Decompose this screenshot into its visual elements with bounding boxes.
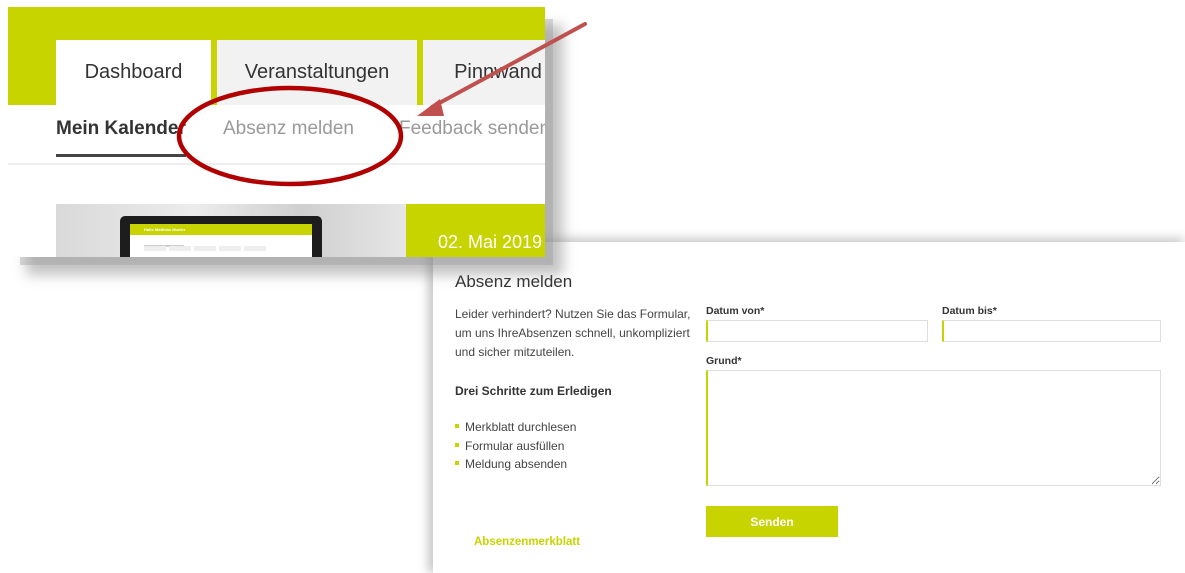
date-from-label: Datum von*: [706, 305, 765, 317]
tab-pinnwand[interactable]: Pinnwand: [423, 40, 545, 105]
bullet-icon: [455, 461, 459, 465]
laptop-screen: Hallo Matthias Muster: [130, 224, 312, 257]
form-intro: Leider verhindert? Nutzen Sie das Formul…: [455, 307, 691, 359]
teaser-date: 02. Mai 2019: [406, 204, 545, 257]
date-to-label: Datum bis*: [942, 305, 997, 317]
steps-list: Merkblatt durchlesen Formular ausfüllen …: [455, 418, 576, 474]
sub-navigation: Mein Kalender Absenz melden Feedback sen…: [8, 105, 545, 165]
list-item: Meldung absenden: [455, 455, 576, 474]
date-from-field[interactable]: [706, 320, 928, 342]
tab-dashboard[interactable]: Dashboard: [56, 40, 211, 105]
tab-veranstaltungen[interactable]: Veranstaltungen: [217, 40, 417, 105]
reason-textarea[interactable]: [706, 370, 1161, 486]
absence-form-panel: Absenz melden Leider verhindert? Nutzen …: [433, 242, 1185, 573]
submit-button[interactable]: Senden: [706, 506, 838, 537]
subtab-feedback-senden[interactable]: Feedback senden: [399, 118, 545, 140]
list-item: Merkblatt durchlesen: [455, 418, 576, 437]
steps-heading: Drei Schritte zum Erledigen: [455, 384, 612, 398]
subtab-absenz-melden[interactable]: Absenz melden: [223, 118, 354, 140]
laptop-screen-title: Hallo Matthias Muster: [130, 224, 312, 235]
absence-sheet-link[interactable]: Absenzenmerkblatt: [474, 536, 580, 548]
bullet-icon: [455, 424, 459, 428]
bullet-icon: [455, 442, 459, 447]
zoomed-navigation-screenshot: Dashboard Veranstaltungen Pinnwand Mein …: [8, 7, 545, 257]
date-to-field[interactable]: [942, 320, 1161, 342]
laptop-image: Hallo Matthias Muster: [120, 216, 322, 257]
list-item: Formular ausfüllen: [455, 437, 576, 456]
subtab-mein-kalender[interactable]: Mein Kalender: [56, 118, 186, 157]
reason-label: Grund*: [706, 355, 742, 367]
laptop-screen-tabs: [144, 238, 312, 251]
form-title: Absenz melden: [455, 272, 573, 291]
